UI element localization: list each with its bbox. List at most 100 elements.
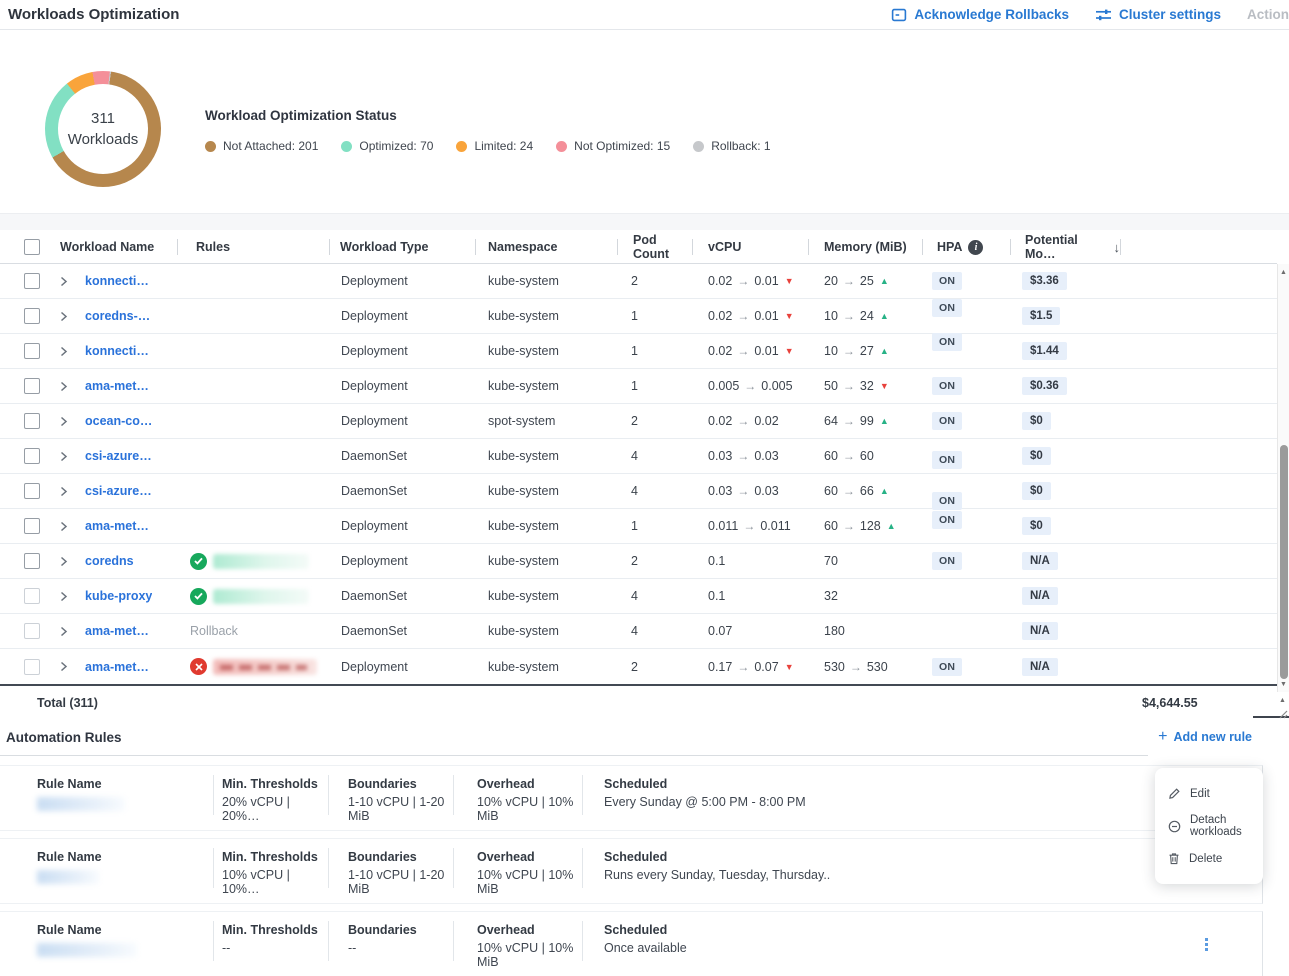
- row-checkbox[interactable]: [24, 553, 40, 569]
- workload-name-link[interactable]: coredns: [85, 554, 134, 568]
- arrow-right-icon: →: [843, 379, 855, 393]
- arrow-right-icon: →: [744, 379, 756, 393]
- row-checkbox[interactable]: [24, 588, 40, 604]
- expand-row-button[interactable]: [52, 614, 80, 648]
- add-new-rule-button[interactable]: + Add new rule: [1158, 729, 1252, 745]
- metric-current: 0.005: [708, 379, 739, 393]
- namespace-cell: kube-system: [475, 439, 617, 473]
- workload-name-link[interactable]: konnecti…: [85, 344, 149, 358]
- expand-row-button[interactable]: [52, 579, 80, 613]
- column-header-memory[interactable]: Memory (MiB): [808, 230, 922, 264]
- page-title: Workloads Optimization: [8, 6, 179, 23]
- workload-name-link[interactable]: csi-azure…: [85, 484, 152, 498]
- resize-grip-icon[interactable]: [1279, 710, 1288, 719]
- menu-item-detach-workloads[interactable]: Detach workloads: [1155, 807, 1263, 845]
- scrollbar-down-arrow[interactable]: ▼: [1278, 678, 1289, 690]
- workload-name-link[interactable]: ama-met…: [85, 379, 149, 393]
- workload-name-link[interactable]: ama-met…: [85, 519, 149, 533]
- legend-dot-optimized: [341, 141, 352, 152]
- row-checkbox[interactable]: [24, 308, 40, 324]
- row-checkbox[interactable]: [24, 413, 40, 429]
- workload-type-cell: DaemonSet: [329, 439, 475, 473]
- row-checkbox[interactable]: [24, 518, 40, 534]
- table-vertical-scrollbar[interactable]: ▲ ▼: [1277, 264, 1289, 692]
- legend-item-not-attached: Not Attached: 201: [205, 139, 318, 153]
- select-all-checkbox[interactable]: [24, 239, 40, 255]
- metric-recommended: 0.01: [754, 344, 778, 358]
- column-header-potential-monthly[interactable]: Potential Mo… ↓: [1010, 230, 1120, 264]
- column-header-namespace[interactable]: Namespace: [475, 230, 617, 264]
- workload-name-link[interactable]: kube-proxy: [85, 589, 152, 603]
- namespace-cell: kube-system: [475, 299, 617, 333]
- metric-current: 60: [824, 449, 838, 463]
- column-header-workload-type[interactable]: Workload Type: [329, 230, 475, 264]
- metric-value: 0.07: [708, 624, 732, 638]
- table-row: ocean-co…Deploymentspot-system20.02→0.02…: [0, 404, 1277, 439]
- memory-cell: 10→24▲: [808, 299, 922, 333]
- row-checkbox[interactable]: [24, 448, 40, 464]
- section-scrollbar[interactable]: ▲: [1277, 694, 1289, 724]
- metric-value: 32: [824, 589, 838, 603]
- automation-rules-header: Automation Rules + Add new rule: [0, 719, 1289, 755]
- rule-name-redacted: [213, 589, 309, 604]
- rules-cell: [177, 544, 329, 578]
- expand-row-button[interactable]: [52, 544, 80, 578]
- workload-name-link[interactable]: csi-azure…: [85, 449, 152, 463]
- legend-dot-rollback: [693, 141, 704, 152]
- menu-item-edit[interactable]: Edit: [1155, 780, 1263, 807]
- section-scrollbar-up-arrow[interactable]: ▲: [1277, 694, 1288, 706]
- expand-row-button[interactable]: [52, 439, 80, 473]
- expand-row-button[interactable]: [52, 474, 80, 508]
- column-header-workload-name[interactable]: Workload Name: [52, 230, 177, 264]
- rule-kebab-menu-button[interactable]: [1201, 934, 1212, 955]
- expand-row-button[interactable]: [52, 404, 80, 438]
- workload-name-link[interactable]: ama-met…: [85, 660, 149, 674]
- acknowledge-rollbacks-button[interactable]: Acknowledge Rollbacks: [891, 7, 1069, 23]
- column-header-pod-count[interactable]: Pod Count: [617, 230, 692, 264]
- expand-row-button[interactable]: [52, 299, 80, 333]
- expand-row-button[interactable]: [52, 264, 80, 298]
- status-legend: Not Attached: 201Optimized: 70Limited: 2…: [205, 139, 794, 153]
- row-checkbox[interactable]: [24, 623, 40, 639]
- row-checkbox[interactable]: [24, 483, 40, 499]
- workload-type-cell: DaemonSet: [329, 614, 475, 648]
- arrow-right-icon: →: [737, 309, 749, 323]
- column-header-hpa[interactable]: HPA i: [922, 230, 1010, 264]
- scrollbar-up-arrow[interactable]: ▲: [1278, 266, 1289, 278]
- potential-monthly-cell: N/A: [1010, 649, 1120, 684]
- automation-rule-row: Rule NameMin. Thresholds--Boundaries--Ov…: [0, 911, 1289, 976]
- workloads-table: Workload Name Rules Workload Type Namesp…: [0, 230, 1277, 719]
- hpa-cell: ON: [922, 264, 1010, 298]
- scrollbar-thumb[interactable]: [1280, 445, 1288, 679]
- row-checkbox[interactable]: [24, 659, 40, 675]
- namespace-cell: kube-system: [475, 474, 617, 508]
- hpa-info-icon[interactable]: i: [968, 240, 983, 255]
- rule-name-label: Rule Name: [37, 923, 213, 937]
- action-button[interactable]: Action: [1247, 7, 1289, 22]
- workload-name-link[interactable]: ocean-co…: [85, 414, 152, 428]
- expand-row-button[interactable]: [52, 509, 80, 543]
- pod-count-cell: 2: [617, 264, 692, 298]
- metric-current: 50: [824, 379, 838, 393]
- row-checkbox[interactable]: [24, 273, 40, 289]
- trend-down-icon: ▼: [785, 662, 794, 672]
- expand-row-button[interactable]: [52, 649, 80, 684]
- row-checkbox[interactable]: [24, 343, 40, 359]
- workload-name-link[interactable]: ama-met…: [85, 624, 149, 638]
- potential-monthly-badge: N/A: [1022, 658, 1058, 676]
- memory-cell: 64→99▲: [808, 404, 922, 438]
- column-header-rules[interactable]: Rules: [177, 230, 329, 264]
- workload-name-link[interactable]: konnecti…: [85, 274, 149, 288]
- workload-type-cell: Deployment: [329, 509, 475, 543]
- expand-row-button[interactable]: [52, 334, 80, 368]
- rules-cell: Rollback: [177, 614, 329, 648]
- column-header-vcpu[interactable]: vCPU: [692, 230, 808, 264]
- rules-cell: [177, 439, 329, 473]
- potential-monthly-badge: $0: [1022, 517, 1051, 535]
- menu-item-delete[interactable]: Delete: [1155, 845, 1263, 872]
- cluster-settings-button[interactable]: Cluster settings: [1095, 7, 1221, 23]
- workload-name-link[interactable]: coredns-…: [85, 309, 150, 323]
- expand-row-button[interactable]: [52, 369, 80, 403]
- row-checkbox[interactable]: [24, 378, 40, 394]
- workload-type-cell: DaemonSet: [329, 474, 475, 508]
